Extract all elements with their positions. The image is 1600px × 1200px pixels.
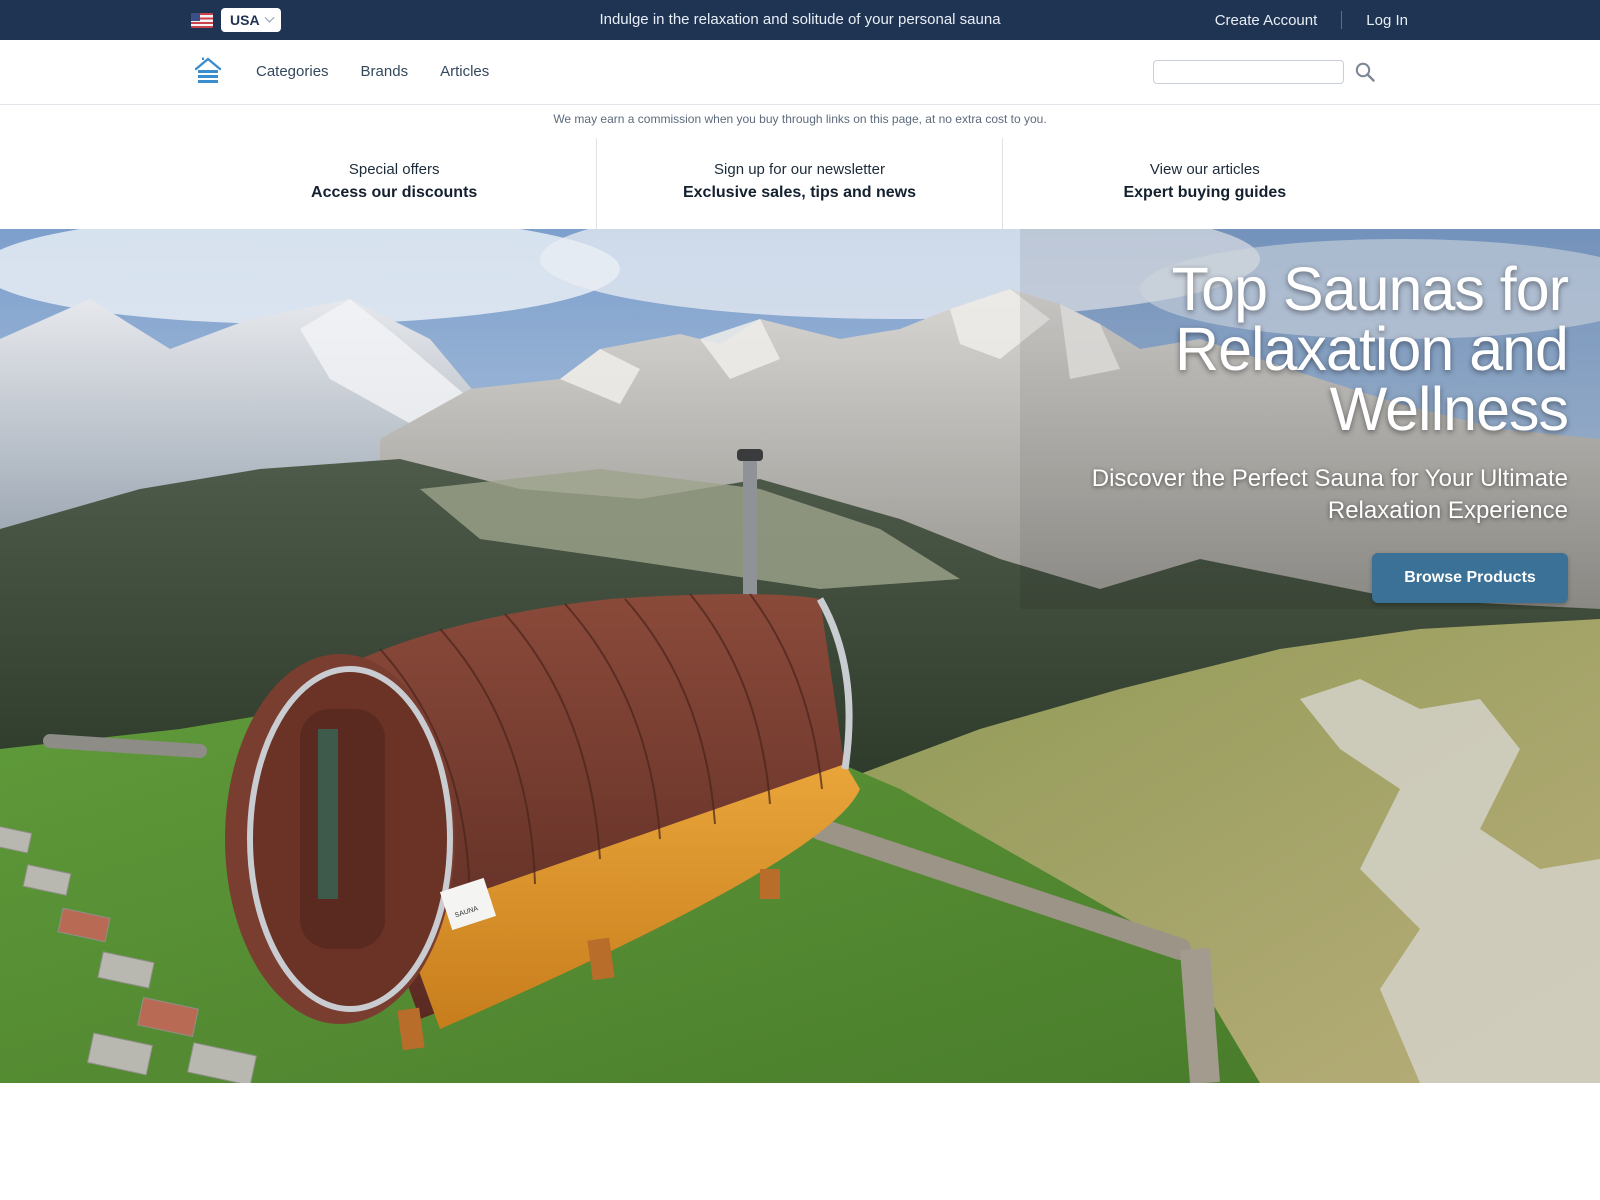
nav-link-categories[interactable]: Categories xyxy=(256,63,329,80)
promo-strip: Special offers Access our discounts Sign… xyxy=(192,138,1407,229)
nav-link-articles[interactable]: Articles xyxy=(440,63,489,80)
promo-articles[interactable]: View our articles Expert buying guides xyxy=(1001,138,1407,229)
create-account-link[interactable]: Create Account xyxy=(1215,12,1318,29)
promo-label: View our articles xyxy=(1149,161,1260,178)
promo-heading: Exclusive sales, tips and news xyxy=(682,184,916,201)
promo-label: Special offers xyxy=(348,161,440,178)
house-icon[interactable] xyxy=(194,56,222,86)
account-links: Create Account Log In xyxy=(1215,11,1408,29)
hero-text: Top Saunas for Relaxation and Wellness D… xyxy=(1008,255,1569,527)
divider xyxy=(1341,11,1343,29)
hero-banner: SAUNA Top Saunas for Relaxation and Well… xyxy=(0,229,1600,1083)
nav-links: Categories Brands Articles xyxy=(256,63,489,80)
log-in-link[interactable]: Log In xyxy=(1366,12,1408,29)
search-icon[interactable] xyxy=(1354,61,1376,83)
browse-products-button[interactable]: Browse Products xyxy=(1372,553,1568,603)
promo-special-offers[interactable]: Special offers Access our discounts xyxy=(192,138,596,229)
affiliate-disclaimer: We may earn a commission when you buy th… xyxy=(553,112,1047,126)
promo-heading: Access our discounts xyxy=(311,184,478,201)
announcement-bar: USA Indulge in the relaxation and solitu… xyxy=(0,0,1600,40)
hero-subtitle: Discover the Perfect Sauna for Your Ulti… xyxy=(1091,465,1568,524)
promo-heading: Expert buying guides xyxy=(1123,184,1287,201)
promo-newsletter[interactable]: Sign up for our newsletter Exclusive sal… xyxy=(596,138,1001,229)
search-input[interactable] xyxy=(1153,60,1344,84)
promo-label: Sign up for our newsletter xyxy=(714,161,885,178)
main-nav: Categories Brands Articles xyxy=(0,40,1600,105)
nav-link-brands[interactable]: Brands xyxy=(361,63,409,80)
hero-title: Top Saunas for Relaxation and Wellness xyxy=(1171,255,1569,443)
